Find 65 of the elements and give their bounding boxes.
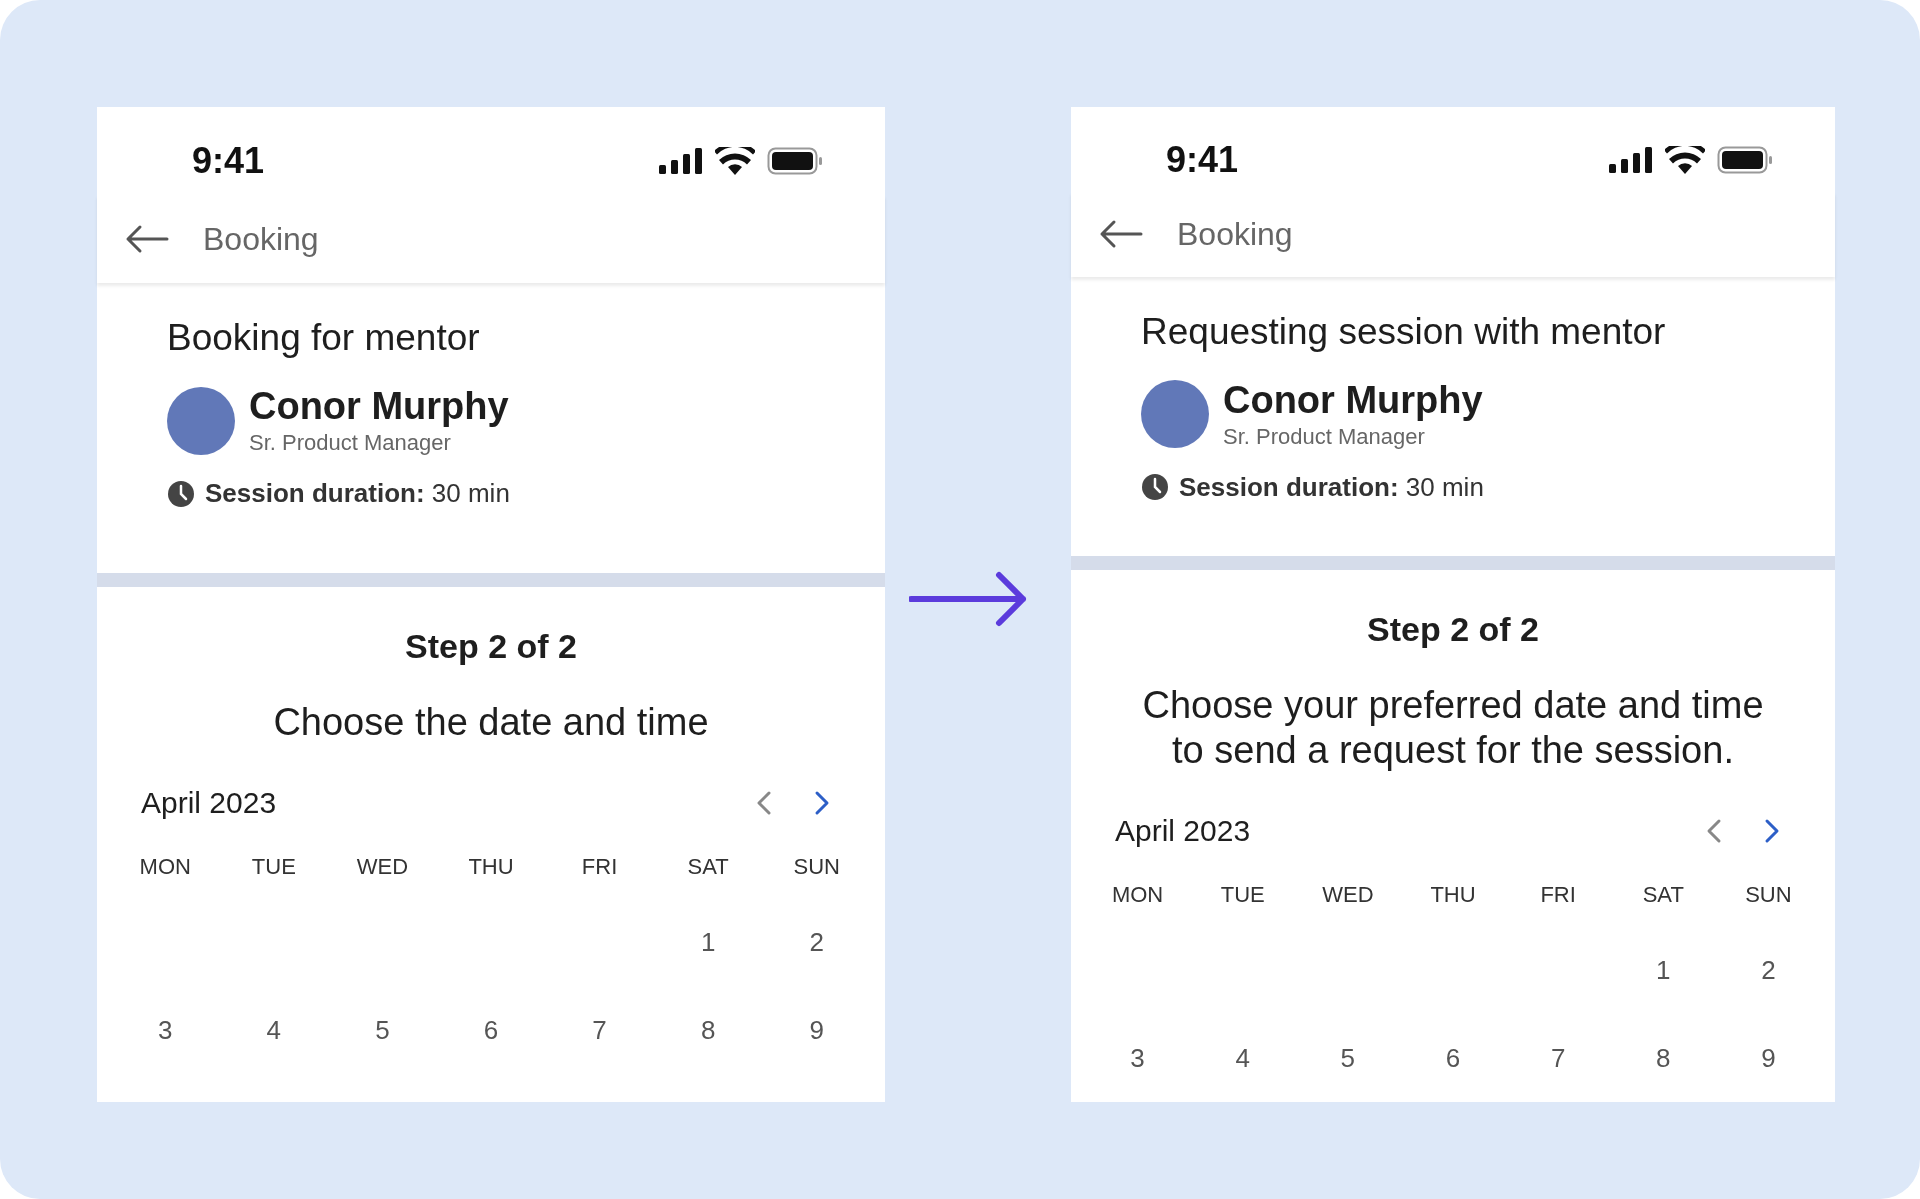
battery-icon bbox=[767, 147, 823, 175]
calendar-day[interactable]: 3 bbox=[1085, 1014, 1191, 1102]
calendar-day[interactable]: 6 bbox=[1400, 1014, 1506, 1102]
weekday-label: THU bbox=[1429, 882, 1477, 909]
previous-month-icon[interactable] bbox=[1705, 818, 1723, 844]
weekday-label: FRI bbox=[1539, 882, 1577, 909]
session-duration: Session duration: 30 min bbox=[1179, 471, 1484, 503]
calendar-day[interactable]: 7 bbox=[545, 985, 654, 1074]
wifi-icon bbox=[1665, 145, 1705, 174]
calendar-day[interactable]: 9 bbox=[1715, 1014, 1821, 1102]
calendar-day[interactable]: 1 bbox=[1610, 926, 1716, 1014]
header-title: Booking bbox=[203, 220, 319, 258]
calendar-day[interactable]: 7 bbox=[1505, 1014, 1611, 1102]
calendar-day[interactable]: 8 bbox=[1610, 1014, 1716, 1102]
previous-month-icon[interactable] bbox=[755, 789, 773, 816]
instruction-text: Choose the date and time bbox=[272, 700, 710, 745]
weekday-label: THU bbox=[467, 853, 515, 881]
month-label: April 2023 bbox=[1115, 814, 1251, 848]
calendar-day[interactable]: 1 bbox=[653, 897, 763, 986]
session-duration: Session duration: 30 min bbox=[205, 478, 510, 509]
weekday-label: SUN bbox=[1744, 882, 1793, 909]
mentor-role: Sr. Product Manager bbox=[249, 430, 452, 456]
calendar-day[interactable]: 2 bbox=[1715, 926, 1821, 1014]
weekday-label: TUE bbox=[1219, 882, 1266, 909]
mentor-role: Sr. Product Manager bbox=[1223, 423, 1426, 450]
wifi-icon bbox=[715, 147, 755, 175]
calendar-day[interactable]: 6 bbox=[436, 985, 546, 1074]
mentor-name: Conor Murphy bbox=[249, 385, 509, 428]
calendar-day[interactable]: 5 bbox=[328, 985, 437, 1074]
weekday-label: MON bbox=[138, 853, 192, 881]
weekday-label: SUN bbox=[792, 853, 841, 881]
back-arrow-icon[interactable] bbox=[125, 224, 169, 254]
month-label: April 2023 bbox=[141, 785, 277, 820]
weekday-label: FRI bbox=[580, 853, 619, 881]
back-arrow-icon[interactable] bbox=[1099, 219, 1143, 250]
weekday-label: SAT bbox=[1641, 882, 1685, 909]
step-label: Step 2 of 2 bbox=[404, 627, 578, 666]
calendar-day[interactable]: 8 bbox=[653, 985, 763, 1074]
instruction-text: Choose your preferred date and time to send a request for the session. bbox=[1141, 682, 1765, 774]
status-time: 9:41 bbox=[192, 140, 265, 182]
calendar-day[interactable]: 9 bbox=[762, 985, 871, 1074]
section-heading: Requesting session with mentor bbox=[1141, 310, 1667, 353]
calendar-day[interactable]: 5 bbox=[1295, 1014, 1401, 1102]
weekday-label: WED bbox=[355, 853, 410, 881]
status-time: 9:41 bbox=[1166, 138, 1239, 181]
next-month-icon[interactable] bbox=[1763, 818, 1781, 844]
calendar-day[interactable]: 4 bbox=[1190, 1014, 1296, 1102]
signal-icon bbox=[1609, 146, 1653, 173]
section-heading: Booking for mentor bbox=[167, 317, 481, 359]
battery-icon bbox=[1717, 145, 1773, 174]
weekday-label: SAT bbox=[686, 853, 730, 881]
calendar-day[interactable]: 2 bbox=[762, 897, 871, 986]
next-month-icon[interactable] bbox=[813, 789, 831, 816]
flow-arrow-icon bbox=[909, 569, 1029, 629]
header-title: Booking bbox=[1177, 215, 1293, 253]
signal-icon bbox=[659, 148, 703, 174]
weekday-label: MON bbox=[1110, 882, 1165, 909]
clock-icon bbox=[1141, 473, 1169, 502]
step-label: Step 2 of 2 bbox=[1366, 609, 1540, 649]
mentor-name: Conor Murphy bbox=[1223, 378, 1483, 422]
calendar-day[interactable]: 4 bbox=[219, 985, 329, 1074]
clock-icon bbox=[167, 479, 195, 508]
weekday-label: TUE bbox=[250, 853, 297, 881]
calendar-day[interactable]: 3 bbox=[111, 985, 220, 1074]
weekday-label: WED bbox=[1321, 882, 1375, 909]
